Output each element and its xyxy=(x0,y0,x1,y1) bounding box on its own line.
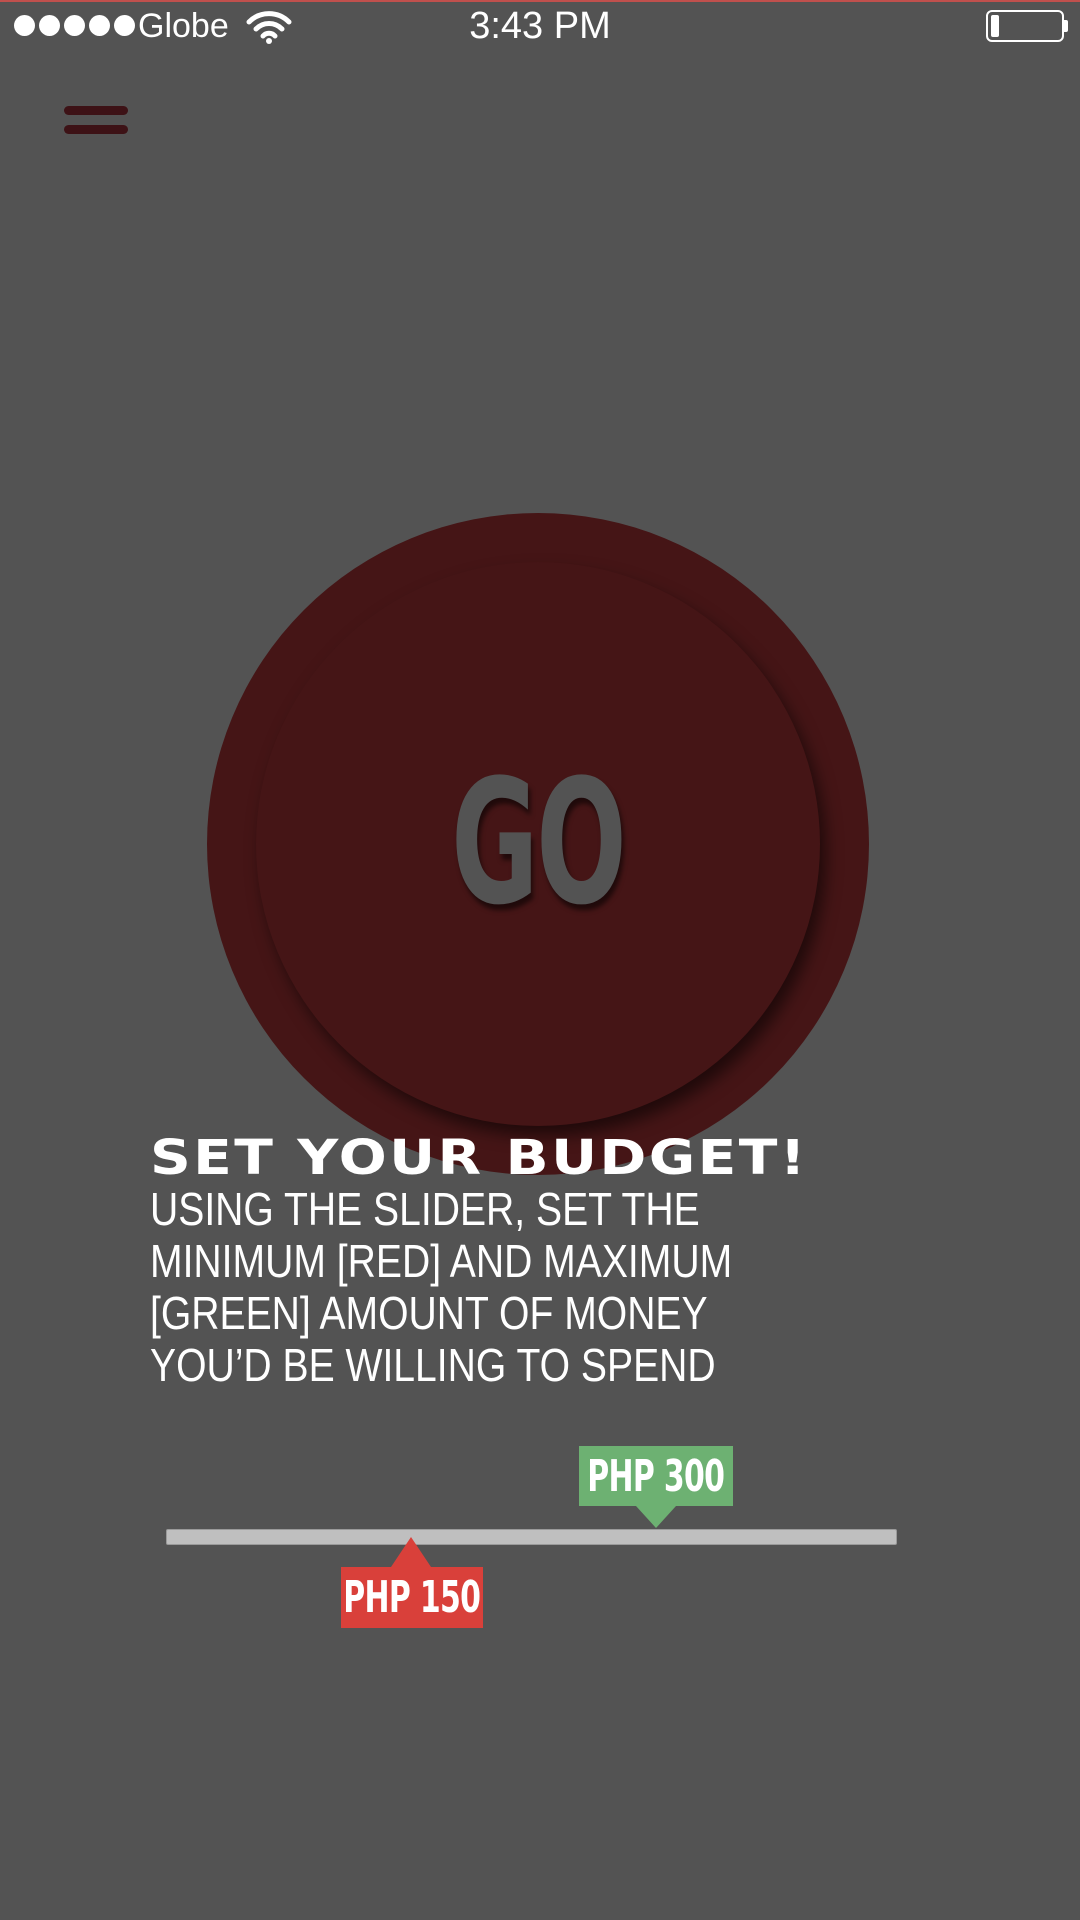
status-time: 3:43 PM xyxy=(469,5,611,47)
min-budget-label: PHP 150 xyxy=(343,1572,481,1623)
instruction-line: YOU’D BE WILLING TO SPEND xyxy=(150,1339,716,1391)
budget-screen: Globe 3:43 PM GO SET YOUR BUDGET! USING … xyxy=(0,0,1080,1920)
max-handle-pointer xyxy=(635,1506,676,1528)
min-handle-pointer xyxy=(390,1537,431,1567)
max-budget-label: PHP 300 xyxy=(587,1450,725,1502)
battery-icon xyxy=(986,10,1064,42)
min-budget-tag: PHP 150 xyxy=(340,1567,483,1628)
budget-heading: SET YOUR BUDGET! xyxy=(150,1130,808,1186)
menu-line xyxy=(64,106,128,115)
battery-tip xyxy=(1064,20,1068,32)
battery-level-fill xyxy=(991,15,999,37)
instruction-line: [GREEN] AMOUNT OF MONEY xyxy=(150,1287,708,1339)
instruction-line: USING THE SLIDER, SET THE xyxy=(150,1183,700,1235)
go-button-ring: GO xyxy=(207,513,869,1175)
max-budget-tag: PHP 300 xyxy=(578,1446,733,1506)
status-bar: Globe 3:43 PM xyxy=(0,0,1080,54)
max-budget-handle[interactable]: PHP 300 xyxy=(578,1446,733,1528)
go-button-label: GO xyxy=(451,741,627,943)
hamburger-menu-icon[interactable] xyxy=(60,104,134,138)
min-budget-handle[interactable]: PHP 150 xyxy=(340,1537,483,1628)
go-button[interactable]: GO xyxy=(256,562,820,1126)
budget-slider-track[interactable] xyxy=(166,1529,897,1545)
menu-line xyxy=(64,125,128,134)
instruction-line: MINIMUM [RED] AND MAXIMUM xyxy=(150,1235,733,1287)
budget-instructions: USING THE SLIDER, SET THE MINIMUM [RED] … xyxy=(150,1183,915,1391)
